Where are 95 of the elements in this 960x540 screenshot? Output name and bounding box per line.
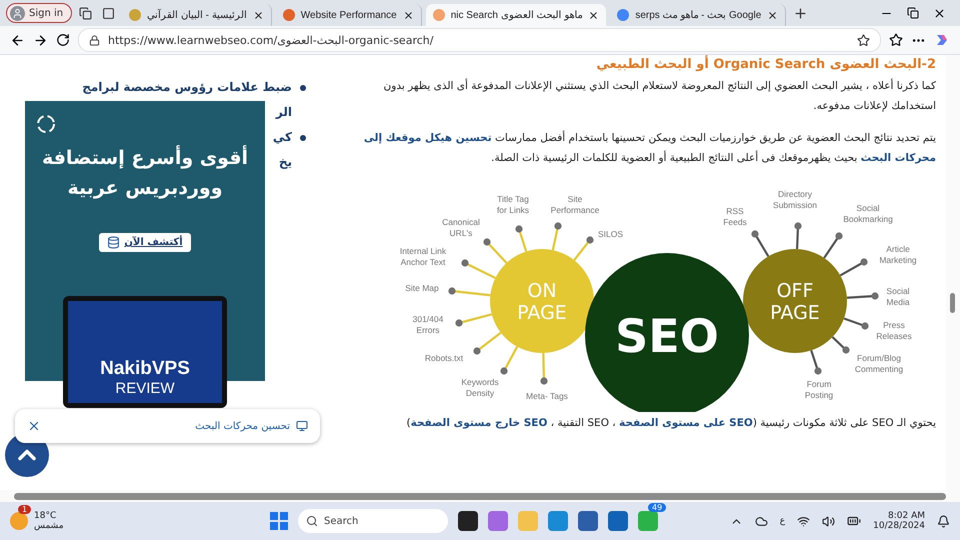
- spoke-line: [448, 287, 490, 296]
- screen-subtitle: REVIEW: [115, 380, 175, 397]
- paragraph: يتم تحديد نتائج البحث العضوية عن طريق خوارزميات البحث ويمكن تحسينها باستخدام أفضل ممارسات تحسين هيكل موقعك إلى محركات البحث بحيث يظهرموقعك فى أعلى النتائج الطبيعية أو العضوية للكلمات الرئيسية ذات الصلة.: [362, 130, 936, 166]
- close-icon[interactable]: [252, 10, 264, 20]
- screen-title: NakibVPS: [100, 358, 190, 380]
- tab-title: Website Performance: [300, 10, 397, 20]
- ad-headline: أقوى وأسرع إستضافة ووردبريس عربية: [42, 144, 248, 201]
- spoke-line: [515, 225, 528, 252]
- reload-icon[interactable]: [56, 33, 70, 47]
- diagram-label: Social Media: [886, 286, 910, 307]
- favicon-icon: [617, 9, 630, 21]
- cloud-icon[interactable]: [754, 514, 768, 528]
- bell-icon[interactable]: [937, 514, 950, 528]
- browser-tab[interactable]: ماهو البحث العضوى nic Search: [426, 4, 606, 26]
- language-indicator[interactable]: ع: [780, 516, 786, 526]
- diagram-label: Site Performance: [550, 194, 600, 215]
- diagram-label: Social Bookmarking: [843, 203, 893, 224]
- off-page-circle: OFF PAGE: [743, 249, 847, 353]
- start-icon[interactable]: [270, 512, 288, 530]
- diagram-label: Press Releases: [876, 320, 912, 341]
- volume-icon[interactable]: [822, 514, 836, 528]
- spoke-line: [461, 259, 496, 279]
- taskbar-search[interactable]: Search: [298, 509, 448, 533]
- diagram-label: Article Marketing: [879, 244, 917, 265]
- diagram-label: Canonical URL's: [442, 217, 480, 238]
- paragraph: يحتوي الـ SEO على ثلاثة مكونات رئيسية (SEO على مستوى الصفحة ، SEO التقنية ، SEO خارج مستوى الصفحة): [405, 416, 936, 431]
- diagram-label: Robots.txt: [424, 353, 464, 363]
- favicon-icon: [432, 9, 445, 21]
- spoke-line: [483, 238, 508, 264]
- diagram-label: Directory Submission: [773, 189, 817, 210]
- popup-link[interactable]: تحسين محركات البحث: [195, 420, 290, 432]
- diagram-label: RSS Feeds: [723, 206, 747, 227]
- weather-text: مشمس: [34, 521, 64, 531]
- address-bar[interactable]: https://www.learnwebseo.com/البحث-العضوى-organic-search/: [78, 28, 881, 52]
- database-icon: [107, 236, 120, 249]
- section-heading: 2-البحث العضوى Organic Search أو البحث الطبيعي: [595, 57, 936, 72]
- spoke-line: [552, 222, 562, 250]
- close-icon[interactable]: [402, 10, 414, 20]
- url-text: https://www.learnwebseo.com/البحث-العضوى-organic-search/: [108, 34, 434, 46]
- paragraph: كما ذكرنا أعلاه ، يشير البحث العضوي إلى النتائج المعروضة لاستعلام البحث الذي يستثني الإعلانات المدفوعة أى الذى يظهر بدون استخدامك لإعلانات مدفوعه.: [382, 78, 936, 114]
- on-page-circle: ON PAGE: [490, 249, 594, 353]
- diagram-label: Internal Link Anchor Text: [400, 246, 446, 267]
- diagram-label: Forum Posting: [804, 379, 834, 400]
- swirl-logo-icon: [35, 113, 57, 135]
- tab-title: الرئيسية - البيان القرآني: [147, 9, 247, 21]
- wifi-icon[interactable]: [797, 514, 810, 528]
- spoke-line: [832, 336, 850, 354]
- list-item-text: كي: [272, 129, 292, 146]
- devices-icon: [296, 420, 308, 432]
- weather-icon[interactable]: [10, 512, 28, 530]
- notification-badge: 49: [648, 503, 666, 512]
- diagram-label: Meta- Tags: [526, 391, 568, 401]
- close-icon[interactable]: [588, 10, 600, 20]
- spoke-line: [794, 222, 802, 250]
- temperature-text: 18°C: [34, 511, 58, 521]
- restore-icon[interactable]: [907, 6, 919, 18]
- close-icon[interactable]: [933, 6, 946, 20]
- favicon-icon: [282, 9, 295, 21]
- battery-icon[interactable]: [847, 514, 862, 528]
- diagram-label: SILOS: [598, 229, 624, 239]
- spoke-line: [810, 350, 822, 375]
- clock[interactable]: 8:02 AM 10/28/2024: [873, 511, 925, 531]
- diagram-label: Keywords Density: [461, 377, 499, 398]
- notification-badge: 1: [18, 505, 32, 514]
- avatar-icon: [10, 6, 25, 20]
- spoke-line: [846, 292, 879, 300]
- spoke-line: [751, 230, 770, 257]
- lock-icon: [89, 34, 100, 46]
- list-item-text: الر: [276, 104, 292, 121]
- sign-in-button[interactable]: Sign in: [6, 3, 72, 23]
- horizontal-scrollbar[interactable]: [0, 490, 960, 502]
- spoke-line: [540, 352, 548, 385]
- close-icon[interactable]: [27, 419, 41, 433]
- back-icon[interactable]: [10, 32, 25, 48]
- favicon-icon: [129, 9, 142, 21]
- spoke-line: [573, 236, 594, 261]
- diagram-label: Forum/Blog Commenting: [854, 353, 904, 374]
- search-icon: [306, 515, 318, 527]
- bullet-icon: [300, 85, 306, 91]
- diagram-label: 301/404 Errors: [412, 314, 444, 335]
- diagram-label: Title Tag for Links: [496, 194, 530, 215]
- forward-icon[interactable]: [33, 32, 48, 48]
- ad-button[interactable]: أكتشف الآن: [99, 233, 191, 252]
- list-item-text: ضبط علامات رؤوس مخصصة لبرامج: [82, 79, 292, 96]
- spoke-line: [844, 317, 869, 330]
- vertical-scrollbar[interactable]: [946, 55, 960, 490]
- close-icon[interactable]: [767, 10, 778, 20]
- spoke-line: [455, 313, 492, 327]
- bullet-icon: [300, 135, 306, 141]
- diagram-label: Site Map: [405, 283, 439, 293]
- tab-title: ماهو البحث العضوى nic Search: [450, 9, 582, 21]
- list-item-text: يخ: [278, 154, 292, 171]
- tab-title: serps بحث - ماهو مث Google: [635, 9, 762, 21]
- favorites-icon[interactable]: [889, 33, 903, 47]
- favorite-icon[interactable]: [857, 34, 870, 46]
